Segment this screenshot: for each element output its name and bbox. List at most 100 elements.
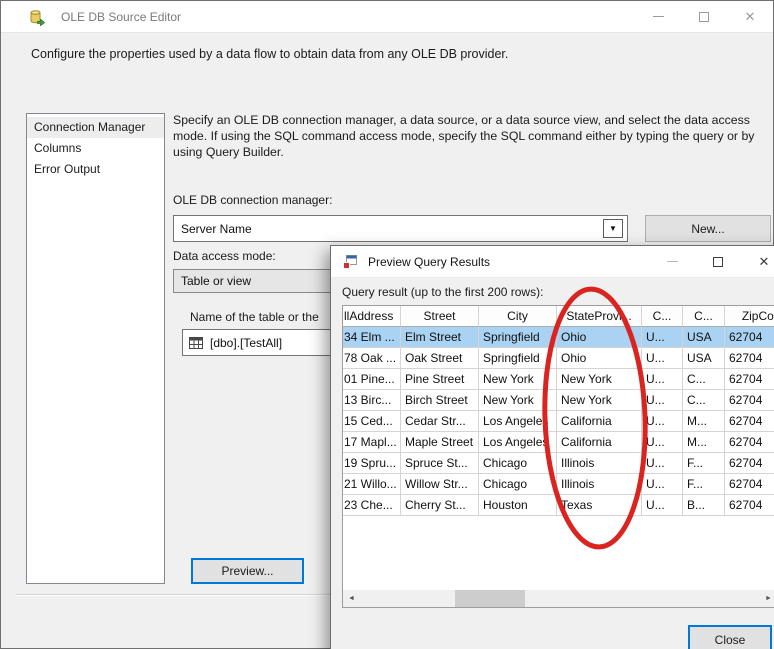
table-cell: 62704 bbox=[725, 348, 774, 369]
chevron-down-icon[interactable]: ▼ bbox=[603, 219, 623, 238]
column-header[interactable]: City bbox=[479, 306, 557, 327]
table-cell: 62704 bbox=[725, 495, 774, 516]
window-title: Preview Query Results bbox=[368, 255, 491, 269]
table-cell: Willow Str... bbox=[401, 474, 479, 495]
table-cell: California bbox=[557, 432, 642, 453]
table-row[interactable]: 19 Spru... Spruce St... Chicago Illinois U..… bbox=[343, 453, 774, 474]
column-header[interactable]: C... bbox=[683, 306, 725, 327]
table-icon bbox=[189, 336, 203, 349]
table-cell: New York bbox=[479, 390, 557, 411]
screen: OLE DB Source Editor ✕ Configure the pro… bbox=[0, 0, 774, 649]
column-header[interactable]: C... bbox=[642, 306, 683, 327]
table-cell: Maple Street bbox=[401, 432, 479, 453]
table-cell: B... bbox=[683, 495, 725, 516]
table-cell: F... bbox=[683, 453, 725, 474]
table-cell: U... bbox=[642, 453, 683, 474]
table-cell: Cedar Str... bbox=[401, 411, 479, 432]
maximize-icon bbox=[713, 256, 723, 267]
table-row[interactable]: 21 Willo... Willow Str... Chicago Illinois U… bbox=[343, 474, 774, 495]
column-header[interactable]: llAddress bbox=[343, 306, 401, 327]
minimize-icon bbox=[652, 16, 664, 17]
table-cell: Chicago bbox=[479, 453, 557, 474]
table-cell: 21 Willo... bbox=[343, 474, 401, 495]
scrollbar-thumb[interactable] bbox=[455, 590, 525, 607]
table-cell: C... bbox=[683, 369, 725, 390]
table-cell: 62704 bbox=[725, 390, 774, 411]
table-row[interactable]: 34 Elm ... Elm Street Springfield Ohio U... U… bbox=[343, 327, 774, 348]
table-cell: Ohio bbox=[557, 327, 642, 348]
form-window-icon bbox=[343, 255, 357, 269]
table-row[interactable]: 78 Oak ... Oak Street Springfield Ohio U... U… bbox=[343, 348, 774, 369]
table-row[interactable]: 15 Ced... Cedar Str... Los Angeles Californ… bbox=[343, 411, 774, 432]
table-cell: 01 Pine... bbox=[343, 369, 401, 390]
data-access-mode-label: Data access mode: bbox=[173, 249, 276, 263]
table-cell: 62704 bbox=[725, 474, 774, 495]
table-cell: Springfield bbox=[479, 327, 557, 348]
table-cell: Ohio bbox=[557, 348, 642, 369]
pages-listbox[interactable]: Connection Manager Columns Error Output bbox=[26, 113, 165, 584]
table-cell: Texas bbox=[557, 495, 642, 516]
sidebar-item-connection-manager[interactable]: Connection Manager bbox=[27, 117, 164, 138]
table-cell: Birch Street bbox=[401, 390, 479, 411]
table-cell: U... bbox=[642, 411, 683, 432]
table-cell: 62704 bbox=[725, 411, 774, 432]
table-cell: U... bbox=[642, 474, 683, 495]
table-cell: New York bbox=[557, 390, 642, 411]
table-cell: U... bbox=[642, 390, 683, 411]
scroll-left-icon[interactable]: ◄ bbox=[343, 590, 360, 607]
scrollbar-track[interactable] bbox=[360, 590, 760, 607]
sidebar-item-columns[interactable]: Columns bbox=[27, 138, 164, 159]
close-window-button[interactable]: ✕ bbox=[741, 246, 774, 277]
close-button[interactable]: Close bbox=[688, 625, 772, 649]
column-header[interactable]: Street bbox=[401, 306, 479, 327]
grid-header-row: llAddress Street City StateProvi... C... C...… bbox=[343, 306, 774, 327]
table-row[interactable]: 17 Mapl... Maple Street Los Angeles Califor… bbox=[343, 432, 774, 453]
close-icon: ✕ bbox=[744, 9, 756, 24]
table-cell: F... bbox=[683, 474, 725, 495]
column-header[interactable]: ZipCode bbox=[725, 306, 774, 327]
column-header[interactable]: StateProvi... bbox=[557, 306, 642, 327]
preview-button[interactable]: Preview... bbox=[191, 558, 304, 584]
table-cell: 62704 bbox=[725, 327, 774, 348]
table-cell: Los Angeles bbox=[479, 432, 557, 453]
table-cell: 62704 bbox=[725, 453, 774, 474]
table-cell: U... bbox=[642, 369, 683, 390]
table-name-label: Name of the table or the bbox=[190, 310, 319, 324]
minimize-button[interactable] bbox=[649, 246, 695, 277]
table-cell: Oak Street bbox=[401, 348, 479, 369]
maximize-button[interactable] bbox=[681, 1, 727, 32]
minimize-icon bbox=[666, 261, 678, 262]
table-cell: Illinois bbox=[557, 474, 642, 495]
maximize-button[interactable] bbox=[695, 246, 741, 277]
table-cell: U... bbox=[642, 348, 683, 369]
connection-manager-combobox[interactable]: Server Name ▼ bbox=[173, 215, 628, 242]
scroll-right-icon[interactable]: ► bbox=[760, 590, 774, 607]
main-titlebar[interactable]: OLE DB Source Editor ✕ bbox=[1, 1, 773, 33]
table-cell: Houston bbox=[479, 495, 557, 516]
table-cell: USA bbox=[683, 348, 725, 369]
table-row[interactable]: 01 Pine... Pine Street New York New York U..… bbox=[343, 369, 774, 390]
connection-manager-label: OLE DB connection manager: bbox=[173, 193, 333, 207]
sidebar-item-error-output[interactable]: Error Output bbox=[27, 159, 164, 180]
database-source-icon bbox=[30, 10, 45, 26]
table-cell: U... bbox=[642, 432, 683, 453]
preview-titlebar[interactable]: Preview Query Results ✕ bbox=[331, 246, 774, 278]
table-cell: 62704 bbox=[725, 432, 774, 453]
table-row[interactable]: 13 Birc... Birch Street New York New York U.… bbox=[343, 390, 774, 411]
minimize-button[interactable] bbox=[635, 1, 681, 32]
table-cell: 34 Elm ... bbox=[343, 327, 401, 348]
new-connection-button[interactable]: New... bbox=[645, 215, 771, 242]
table-cell: M... bbox=[683, 432, 725, 453]
table-cell: California bbox=[557, 411, 642, 432]
close-window-button[interactable]: ✕ bbox=[727, 1, 773, 32]
table-cell: M... bbox=[683, 411, 725, 432]
table-row[interactable]: 23 Che... Cherry St... Houston Texas U... B..… bbox=[343, 495, 774, 516]
table-cell: 62704 bbox=[725, 369, 774, 390]
table-cell: 19 Spru... bbox=[343, 453, 401, 474]
table-cell: Springfield bbox=[479, 348, 557, 369]
table-cell: New York bbox=[557, 369, 642, 390]
table-cell: Chicago bbox=[479, 474, 557, 495]
horizontal-scrollbar[interactable]: ◄ ► bbox=[343, 590, 774, 607]
table-cell: Spruce St... bbox=[401, 453, 479, 474]
window-title: OLE DB Source Editor bbox=[61, 10, 182, 24]
